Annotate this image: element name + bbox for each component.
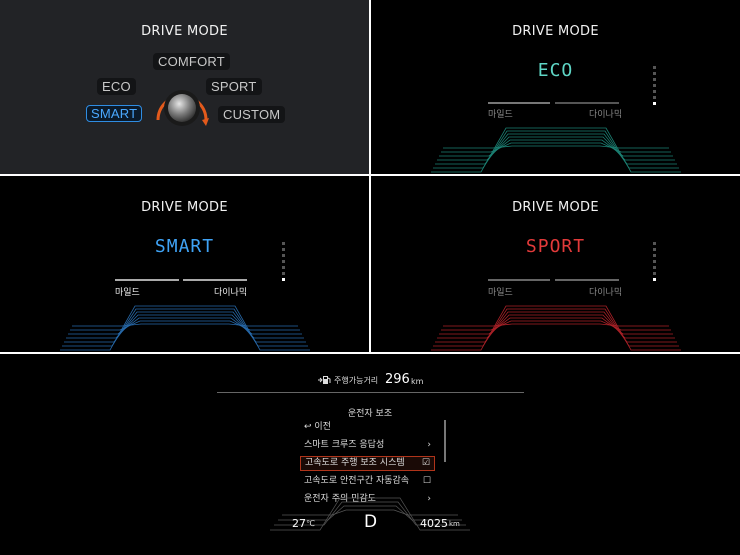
menu-item-highway-auto-slowdown[interactable]: 고속도로 안전구간 자동감속 ☐ [300,474,435,489]
level-indicator [651,66,658,108]
checkbox-checked-icon[interactable]: ☑ [422,457,430,470]
menu-title: 운전자 보조 [347,409,393,419]
checkbox-unchecked-icon[interactable]: ☐ [423,474,431,489]
eco-mode-panel: DRIVE MODE ECO 마일드 다이나믹 [371,0,740,174]
mode-eco[interactable]: ECO [97,78,136,95]
range-label: 주행가능거리 [334,376,379,385]
divider [217,392,524,393]
cluster-driver-assist-panel: 주행가능거리 296 km 운전자 보조 ↩ 이전 스마트 크루즈 응답성 › … [0,354,740,555]
menu-item-label: 이전 [314,422,331,432]
temperature-unit: ℃ [306,519,315,528]
range-unit: km [411,377,424,386]
level-indicator [651,242,658,284]
odometer-unit: km [449,520,460,528]
fuel-pump-icon [318,375,332,388]
odometer-value: 4025 [420,517,448,530]
menu-item-back[interactable]: ↩ 이전 [300,420,435,435]
rotary-knob-icon[interactable] [150,80,214,132]
road-graphic [431,305,681,351]
drive-mode-selector-panel: DRIVE MODE COMFORT ECO SPORT SMART CUSTO… [0,0,369,174]
drive-mode-title: DRIVE MODE [512,24,599,39]
mode-smart[interactable]: SMART [86,105,143,122]
mild-bar [488,279,550,281]
dynamic-bar [183,279,247,281]
menu-item-label: 스마트 크루즈 응답성 [304,440,385,450]
dynamic-bar [555,279,619,281]
gear-indicator: D [364,512,378,532]
chevron-right-icon: › [427,440,431,450]
mild-bar [115,279,179,281]
drive-mode-title: DRIVE MODE [141,24,228,39]
menu-item-highway-driving-assist[interactable]: 고속도로 주행 보조 시스템 ☑ [300,456,435,471]
drive-mode-title: DRIVE MODE [141,200,228,215]
current-mode-label: SMART [154,236,215,257]
drive-mode-title: DRIVE MODE [512,200,599,215]
current-mode-label: SPORT [525,236,586,257]
dynamic-bar [555,102,619,104]
mild-bar [488,102,550,104]
back-arrow-icon: ↩ [304,422,315,432]
menu-scrollbar[interactable] [444,420,446,462]
mode-custom[interactable]: CUSTOM [218,106,286,123]
mode-sport[interactable]: SPORT [206,78,262,95]
current-mode-label: ECO [537,60,574,81]
road-graphic [60,305,310,351]
menu-item-smart-cruise-response[interactable]: 스마트 크루즈 응답성 › [300,438,435,453]
mode-comfort[interactable]: COMFORT [153,53,230,70]
road-graphic [431,127,681,173]
temperature-value: 27 [292,517,306,530]
range-value: 296 [385,372,410,387]
sport-mode-panel: DRIVE MODE SPORT 마일드 다이나믹 [371,176,740,352]
level-indicator [280,242,287,284]
menu-item-label: 고속도로 주행 보조 시스템 [305,458,405,468]
smart-mode-panel: DRIVE MODE SMART 마일드 다이나믹 [0,176,369,352]
menu-item-label: 고속도로 안전구간 자동감속 [304,476,410,486]
